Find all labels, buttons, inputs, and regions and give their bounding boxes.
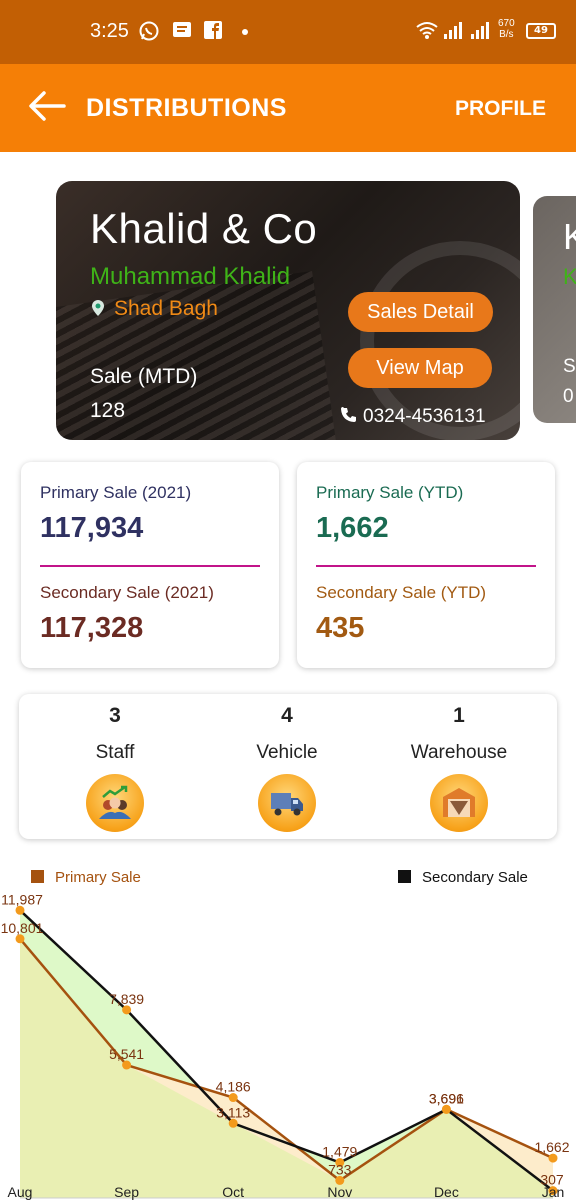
x-tick-label: Nov bbox=[327, 1184, 352, 1200]
whatsapp-icon bbox=[138, 20, 160, 46]
primary-sale-value: 1,662 bbox=[316, 512, 389, 544]
secondary-sale-value: 117,328 bbox=[40, 612, 144, 644]
primary-sale-data-label: 5,541 bbox=[109, 1046, 144, 1062]
vehicle-label: Vehicle bbox=[256, 742, 318, 763]
vehicle-count: 4 bbox=[281, 704, 293, 727]
page-title: DISTRIBUTIONS bbox=[86, 94, 287, 122]
owner-name: Muhammad Khalid bbox=[90, 263, 291, 290]
truck-icon[interactable] bbox=[258, 774, 316, 832]
sales-2021-card: Primary Sale (2021) 117,934 Secondary Sa… bbox=[21, 462, 279, 668]
peek-company-initial: K bbox=[563, 216, 576, 257]
arrow-left-icon[interactable] bbox=[26, 86, 68, 126]
location: Shad Bagh bbox=[90, 297, 218, 321]
phone-icon bbox=[341, 407, 357, 423]
warehouse-icon[interactable] bbox=[430, 774, 488, 832]
x-tick-label: Oct bbox=[222, 1184, 244, 1200]
dot-icon bbox=[240, 20, 250, 44]
app-bar: DISTRIBUTIONS PROFILE bbox=[0, 64, 576, 152]
status-bar: 3:25 670 B/s 49 bbox=[0, 0, 576, 64]
x-tick-label: Dec bbox=[434, 1184, 459, 1200]
warehouse-label: Warehouse bbox=[410, 742, 508, 763]
view-map-button[interactable]: View Map bbox=[348, 348, 492, 388]
wifi-icon bbox=[416, 20, 438, 44]
primary-sale-label: Primary Sale (2021) bbox=[40, 483, 192, 502]
staff-item[interactable]: 3 Staff bbox=[25, 694, 205, 839]
secondary-sale-data-label: 1,479 bbox=[322, 1144, 357, 1160]
legend-primary-swatch bbox=[31, 870, 44, 883]
next-distributor-card[interactable]: K K S 0 bbox=[533, 196, 576, 423]
warehouse-count: 1 bbox=[453, 704, 465, 727]
legend-secondary-label: Secondary Sale bbox=[422, 869, 528, 886]
x-tick-label: Jan bbox=[542, 1184, 565, 1200]
location-name: Shad Bagh bbox=[114, 297, 218, 320]
legend-primary-label: Primary Sale bbox=[55, 869, 141, 886]
network-speed-unit: B/s bbox=[499, 29, 514, 40]
secondary-sale-data-label: 3,691 bbox=[429, 1090, 464, 1106]
primary-sale-data-label: 733 bbox=[328, 1161, 352, 1177]
x-tick-label: Sep bbox=[114, 1184, 139, 1200]
staff-count: 3 bbox=[109, 704, 121, 727]
signal-icon bbox=[443, 20, 465, 44]
primary-sale-data-label: 10,801 bbox=[1, 920, 44, 936]
secondary-sale-data-label: 3,113 bbox=[216, 1104, 250, 1120]
signal-icon bbox=[470, 20, 492, 44]
secondary-sale-data-label: 7,839 bbox=[109, 991, 144, 1007]
overlap-area bbox=[20, 938, 553, 1198]
sale-mtd-label: Sale (MTD) bbox=[90, 365, 198, 388]
peek-owner-initial: K bbox=[563, 264, 576, 289]
phone-number[interactable]: 0324-4536131 bbox=[341, 406, 486, 428]
peek-sale-value-initial: 0 bbox=[563, 386, 574, 407]
staff-label: Staff bbox=[95, 742, 135, 763]
location-pin-icon bbox=[90, 299, 106, 317]
sales-chart: 10,801 5,541 4,186 733 3,696 1,662 11,987 7,839… bbox=[0, 862, 576, 1203]
warehouse-item[interactable]: 1 Warehouse bbox=[369, 694, 549, 839]
primary-sale-data-label: 4,186 bbox=[216, 1079, 251, 1095]
x-tick-label: Aug bbox=[8, 1184, 33, 1200]
primary-sale-label: Primary Sale (YTD) bbox=[316, 483, 464, 502]
secondary-sale-value: 435 bbox=[316, 612, 365, 644]
sales-ytd-card: Primary Sale (YTD) 1,662 Secondary Sale … bbox=[297, 462, 555, 668]
primary-sale-value: 117,934 bbox=[40, 512, 144, 544]
secondary-sale-data-label: 11,987 bbox=[1, 891, 43, 907]
peek-sale-label-initial: S bbox=[563, 356, 576, 377]
profile-button[interactable]: PROFILE bbox=[455, 97, 546, 121]
company-name: Khalid & Co bbox=[90, 205, 318, 252]
resources-card: 3 Staff 4 Vehicle 1 Warehouse bbox=[19, 694, 557, 839]
divider bbox=[40, 565, 260, 567]
divider bbox=[316, 565, 536, 567]
secondary-sale-label: Secondary Sale (YTD) bbox=[316, 583, 487, 602]
battery-icon: 49 bbox=[526, 23, 556, 39]
primary-sale-data-label: 1,662 bbox=[534, 1139, 569, 1155]
distributor-card[interactable]: Khalid & Co Muhammad Khalid Shad Bagh Sa… bbox=[56, 181, 520, 440]
vehicle-item[interactable]: 4 Vehicle bbox=[197, 694, 377, 839]
sales-area-chart: 10,8015,5414,1867333,6961,66211,9877,839… bbox=[1, 869, 570, 1200]
network-speed-value: 670 bbox=[498, 18, 515, 29]
facebook-icon bbox=[203, 20, 223, 44]
network-speed: 670 B/s bbox=[498, 18, 515, 40]
sales-detail-button[interactable]: Sales Detail bbox=[348, 292, 493, 332]
legend-secondary-swatch bbox=[398, 870, 411, 883]
sale-mtd-value: 128 bbox=[90, 399, 126, 422]
phone-text: 0324-4536131 bbox=[363, 406, 486, 427]
status-time: 3:25 bbox=[90, 20, 129, 42]
staff-growth-icon[interactable] bbox=[86, 774, 144, 832]
secondary-sale-label: Secondary Sale (2021) bbox=[40, 583, 214, 602]
message-icon bbox=[172, 20, 192, 44]
